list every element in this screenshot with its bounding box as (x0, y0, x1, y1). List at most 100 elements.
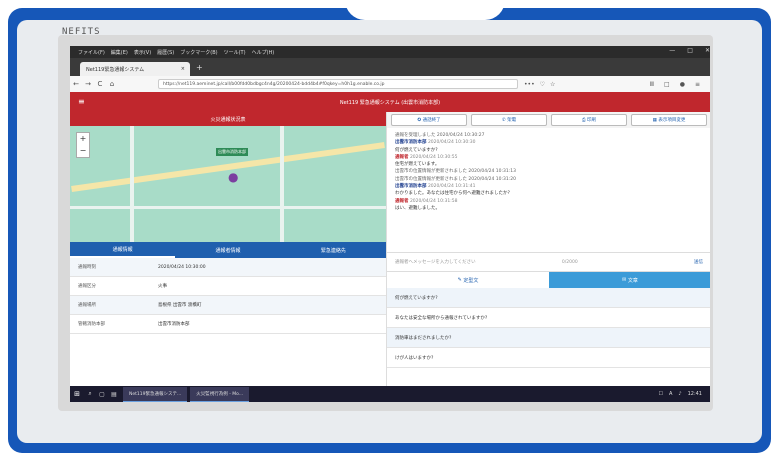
reload-icon[interactable]: C (94, 80, 106, 88)
ime-icon[interactable]: A (669, 391, 672, 397)
chat-sender: 出雲市消防本部 (395, 184, 427, 190)
account-icon[interactable]: ● (680, 81, 685, 88)
monitor-brand: NEFITS (62, 27, 101, 37)
detail-key: 通報場所 (78, 303, 96, 308)
sentence-icon: ✉ (622, 277, 627, 283)
left-pane: 火災通報状況表 + − 出雲市消防本部 ● 通報情報 通報者情報 緊急連絡先 通… (70, 112, 386, 386)
menu-help[interactable]: ヘルプ(H) (252, 49, 275, 56)
list-item[interactable]: 消防車はまだされましたか? (387, 328, 710, 348)
location-pin-icon[interactable]: ● (228, 170, 238, 184)
chat-time: 2020/04/24 10:31:41 (427, 184, 476, 190)
tab-templates[interactable]: ✎ 定型文 (387, 272, 549, 288)
map[interactable]: + − 出雲市消防本部 ● (70, 126, 386, 242)
menu-view[interactable]: 表示(V) (134, 49, 151, 56)
chat-log: 通報を受理しました 2020/04/24 10:30:27 出雲市消防本部 20… (387, 128, 710, 252)
menu-history[interactable]: 履歴(S) (157, 49, 174, 56)
chat-system-message: 出雲市の位置情報が更新されました 2020/04/24 10:31:20 (395, 176, 517, 182)
zoom-in-button[interactable]: + (77, 133, 89, 145)
hamburger-icon[interactable]: ≡ (78, 97, 85, 106)
map-street (130, 126, 134, 242)
file-explorer-icon[interactable]: ▤ (108, 391, 120, 398)
back-icon[interactable]: ← (70, 80, 82, 88)
maximize-icon[interactable]: □ (687, 47, 693, 54)
start-icon[interactable]: ⊞ (70, 390, 84, 398)
toolbar-icons: Ⅲ □ ● ≡ (650, 81, 700, 88)
tray-window-icon[interactable]: ☐ (658, 391, 662, 397)
search-icon[interactable]: ⌕ (84, 390, 96, 398)
clock[interactable]: 12:41 (688, 391, 702, 397)
list-item[interactable]: あなたは安全な場所から通報されていますか? (387, 308, 710, 328)
library-icon[interactable]: Ⅲ (650, 81, 654, 88)
minimize-icon[interactable]: — (669, 47, 675, 54)
chat-sender: 出雲市消防本部 (395, 140, 427, 146)
forward-icon[interactable]: → (82, 80, 94, 88)
detail-value: 出雲市消防本部 (158, 322, 190, 327)
menu-file[interactable]: ファイル(F) (78, 49, 105, 56)
app-header: ≡ Net119 緊急通報システム (出雲市消防本部) (70, 92, 710, 112)
chat-time: 2020/04/24 10:30:30 (427, 140, 476, 146)
map-label: 出雲市消防本部 (216, 148, 248, 156)
url-icons: ••• ♡ ☆ (524, 81, 555, 88)
tab-templates-label: 定型文 (463, 277, 479, 284)
phone-icon: ✆ (501, 117, 506, 123)
taskbar-app-net119[interactable]: Net119緊急通報システ... (123, 386, 188, 402)
table-row: 通報場所 島根県 出雲市 渡橋町 (70, 296, 386, 315)
detail-tabs: 通報情報 通報者情報 緊急連絡先 (70, 242, 386, 258)
volume-icon[interactable]: ♪ (678, 391, 681, 397)
question-list: 何が燃えていますか? あなたは安全な場所から通報されていますか? 消防車はまださ… (387, 288, 710, 368)
chat-text: はい、避難しました。 (395, 205, 440, 211)
right-pane: ✪ 通話終了 ✆ 架電 ⎙ 印刷 ▦ 表示項目変更 通報を受理しました 2020… (386, 112, 710, 386)
new-tab-button[interactable]: + (196, 63, 203, 72)
browser-tab[interactable]: Net119緊急通報システム × (80, 62, 190, 76)
pocket-icon[interactable]: ♡ (540, 81, 545, 88)
question-tabs: ✎ 定型文 ✉ 文章 (387, 272, 710, 288)
menu-bookmarks[interactable]: ブックマーク(B) (180, 49, 217, 56)
send-button[interactable]: 送信 (694, 259, 703, 265)
display-settings-button[interactable]: ▦ 表示項目変更 (631, 114, 707, 126)
sidebar-icon[interactable]: □ (664, 81, 670, 88)
table-row: 通報時刻 2020/04/24 10:30:00 (70, 258, 386, 277)
tab-report-info[interactable]: 通報情報 (70, 242, 176, 258)
chat-message: 通報者 2020/04/24 10:30:55 (395, 154, 703, 161)
tab-caller-info[interactable]: 通報者情報 (175, 242, 280, 258)
url-field[interactable]: https://net119.aeminet.jp/call/b00fdd0bd… (158, 79, 518, 89)
map-title: 火災通報状況表 (70, 112, 386, 126)
list-item[interactable]: けが人はいますか? (387, 348, 710, 368)
menu-icon[interactable]: ≡ (695, 81, 700, 88)
chat-time: 2020/04/24 10:31:58 (409, 198, 458, 204)
close-icon[interactable]: ✕ (705, 47, 710, 54)
frame-notch (345, 0, 505, 20)
system-tray: ☐ A ♪ 12:41 (658, 391, 702, 397)
message-input-row: 通報者へメッセージを入力してください 0/2000 送信 (387, 252, 710, 272)
menu-edit[interactable]: 編集(E) (111, 49, 128, 56)
chat-message: 出雲市消防本部 2020/04/24 10:30:30 (395, 139, 703, 146)
bookmark-star-icon[interactable]: ☆ (550, 81, 555, 88)
map-street (70, 206, 386, 209)
table-row: 通報区分 火事 (70, 277, 386, 296)
zoom-out-button[interactable]: − (77, 145, 89, 157)
print-button[interactable]: ⎙ 印刷 (551, 114, 627, 126)
map-zoom-control: + − (76, 132, 90, 158)
chat-text: 住宅が燃えています。 (395, 162, 440, 168)
tab-sentences[interactable]: ✉ 文章 (549, 272, 710, 288)
home-icon[interactable]: ⌂ (106, 80, 118, 88)
task-view-icon[interactable]: ▢ (96, 391, 108, 398)
chat-text: 何が燃えていますか? (395, 147, 438, 153)
end-call-button[interactable]: ✪ 通話終了 (391, 114, 467, 126)
message-input[interactable]: 通報者へメッセージを入力してください (395, 259, 476, 265)
window-controls: — □ ✕ (669, 47, 710, 54)
taskbar-app-browser[interactable]: 火災監視行為例 - Mo... (190, 386, 250, 402)
template-icon: ✎ (457, 277, 462, 283)
print-icon: ⎙ (581, 118, 586, 123)
end-call-label: 通話終了 (422, 118, 441, 123)
page-actions-icon[interactable]: ••• (524, 81, 535, 88)
chat-message: 通報者 2020/04/24 10:31:58 (395, 198, 703, 205)
tab-close-icon[interactable]: × (181, 66, 185, 72)
table-row: 管轄消防本部 出雲市消防本部 (70, 315, 386, 334)
tab-emergency-contact[interactable]: 緊急連絡先 (281, 242, 386, 258)
taskbar: ⊞ ⌕ ▢ ▤ Net119緊急通報システ... 火災監視行為例 - Mo...… (70, 386, 710, 402)
list-item[interactable]: 何が燃えていますか? (387, 288, 710, 308)
call-button[interactable]: ✆ 架電 (471, 114, 547, 126)
end-call-icon: ✪ (417, 117, 422, 123)
menu-tools[interactable]: ツール(T) (224, 49, 246, 56)
